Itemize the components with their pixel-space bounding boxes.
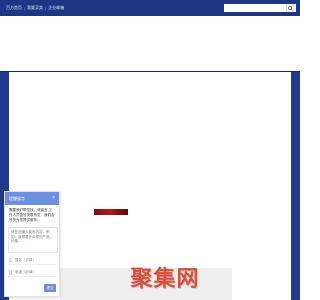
close-icon[interactable]: × [52,196,55,201]
phone-icon [8,269,13,275]
page-border-right [291,72,300,300]
header-banner [0,16,300,72]
message-widget-title: 提醒留言 [9,195,25,201]
site-watermark-logo: 聚集网 [130,267,200,292]
phone-field-row [8,268,60,277]
message-widget-header: 提醒留言 × [5,192,59,205]
message-widget: 提醒留言 × 需要我们帮您找，请留言,工作人员会尽快联系您，我们会尽快为您提供服… [4,191,60,297]
topnav-separator: | [45,5,47,11]
search-input[interactable] [224,4,286,12]
search-button[interactable] [286,4,294,12]
topnav-separator: | [24,5,26,11]
topnav-link-trade[interactable]: 我要买卖 [27,5,43,11]
topnav-links: 百方首页 | 我要买卖 | 企业邮箱 [6,5,64,11]
message-textarea[interactable] [8,227,58,253]
user-icon [8,257,13,263]
name-field-row [8,256,60,265]
product-image[interactable] [94,209,128,215]
topnav-link-home[interactable]: 百方首页 [6,5,22,11]
phone-input[interactable] [15,270,60,274]
name-input[interactable] [15,258,60,262]
message-widget-intro: 需要我们帮您找，请留言,工作人员会尽快联系您，我们会尽快为您提供服务。 [9,208,55,222]
top-navigation-bar: 百方首页 | 我要买卖 | 企业邮箱 [0,0,300,16]
search-icon [288,5,293,11]
topnav-link-mail[interactable]: 企业邮箱 [48,5,64,11]
submit-button[interactable]: 提交 [44,284,56,292]
search-box [224,4,296,12]
